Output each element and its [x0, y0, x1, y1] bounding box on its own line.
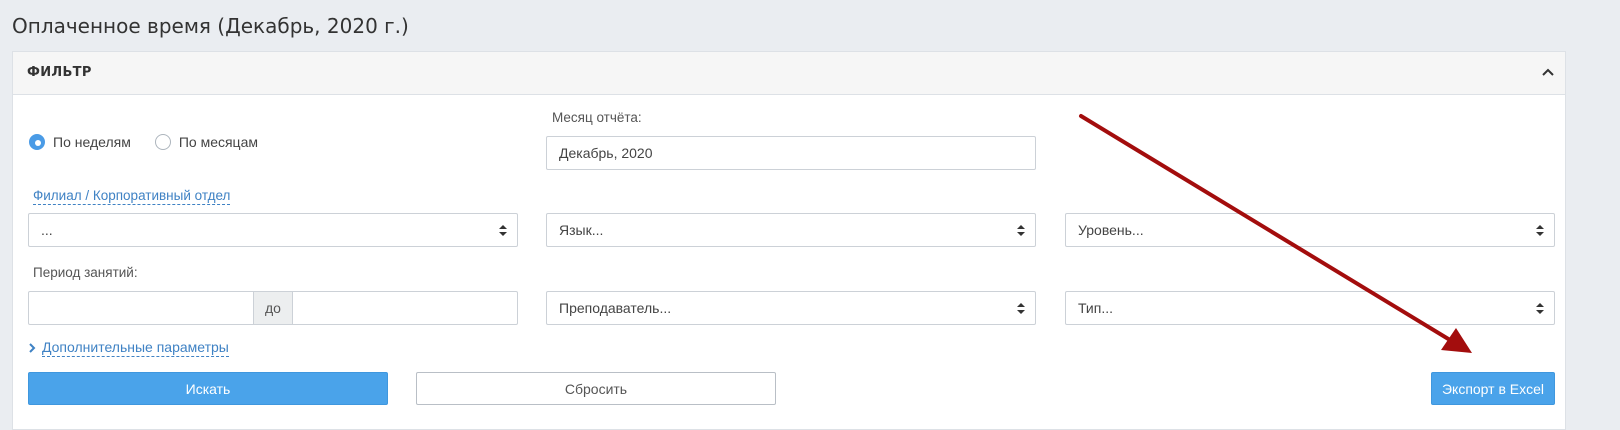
chevron-up-icon[interactable] [1539, 63, 1557, 81]
chevron-right-icon [29, 343, 36, 353]
export-excel-button[interactable]: Экспорт в Excel [1431, 372, 1555, 405]
branch-select-value: ... [41, 222, 53, 238]
radio-by-weeks-label: По неделям [53, 134, 131, 150]
branch-select[interactable]: ... [28, 213, 518, 247]
advanced-params-toggle[interactable]: Дополнительные параметры [28, 339, 229, 357]
level-select[interactable]: Уровень... [1065, 213, 1555, 247]
filter-panel: ФИЛЬТР По неделям По месяцам Месяц отчёт… [12, 51, 1566, 430]
language-select-placeholder: Язык... [559, 222, 604, 238]
teacher-select-placeholder: Преподаватель... [559, 300, 672, 316]
period-from-input[interactable] [28, 291, 254, 325]
branch-department-link[interactable]: Филиал / Корпоративный отдел [33, 188, 231, 205]
sort-icon [1536, 225, 1544, 236]
reset-button[interactable]: Сбросить [416, 372, 776, 405]
filter-panel-title: ФИЛЬТР [27, 65, 92, 80]
advanced-params-label: Дополнительные параметры [42, 339, 229, 357]
period-label: Период занятий: [33, 265, 138, 280]
report-month-label: Месяц отчёта: [552, 110, 642, 125]
level-select-placeholder: Уровень... [1078, 222, 1144, 238]
period-to-input[interactable] [292, 291, 518, 325]
teacher-select[interactable]: Преподаватель... [546, 291, 1036, 325]
sort-icon [499, 225, 507, 236]
language-select[interactable]: Язык... [546, 213, 1036, 247]
filter-panel-header[interactable]: ФИЛЬТР [13, 52, 1565, 95]
radio-by-months[interactable]: По месяцам [154, 134, 258, 150]
radio-by-months-label: По месяцам [178, 134, 258, 150]
report-month-input[interactable]: Декабрь, 2020 [546, 136, 1036, 170]
radio-by-weeks[interactable]: По неделям [29, 134, 131, 150]
period-to-addon: до [254, 291, 292, 325]
sort-icon [1017, 303, 1025, 314]
type-select-placeholder: Тип... [1078, 300, 1114, 316]
period-range-group: до [28, 291, 518, 325]
sort-icon [1536, 303, 1544, 314]
type-select[interactable]: Тип... [1065, 291, 1555, 325]
search-button[interactable]: Искать [28, 372, 388, 405]
grouping-radio-group: По неделям По месяцам [29, 132, 282, 152]
page-title: Оплаченное время (Декабрь, 2020 г.) [12, 14, 409, 38]
sort-icon [1017, 225, 1025, 236]
radio-unchecked-icon[interactable] [154, 134, 171, 150]
radio-checked-icon[interactable] [29, 134, 45, 150]
